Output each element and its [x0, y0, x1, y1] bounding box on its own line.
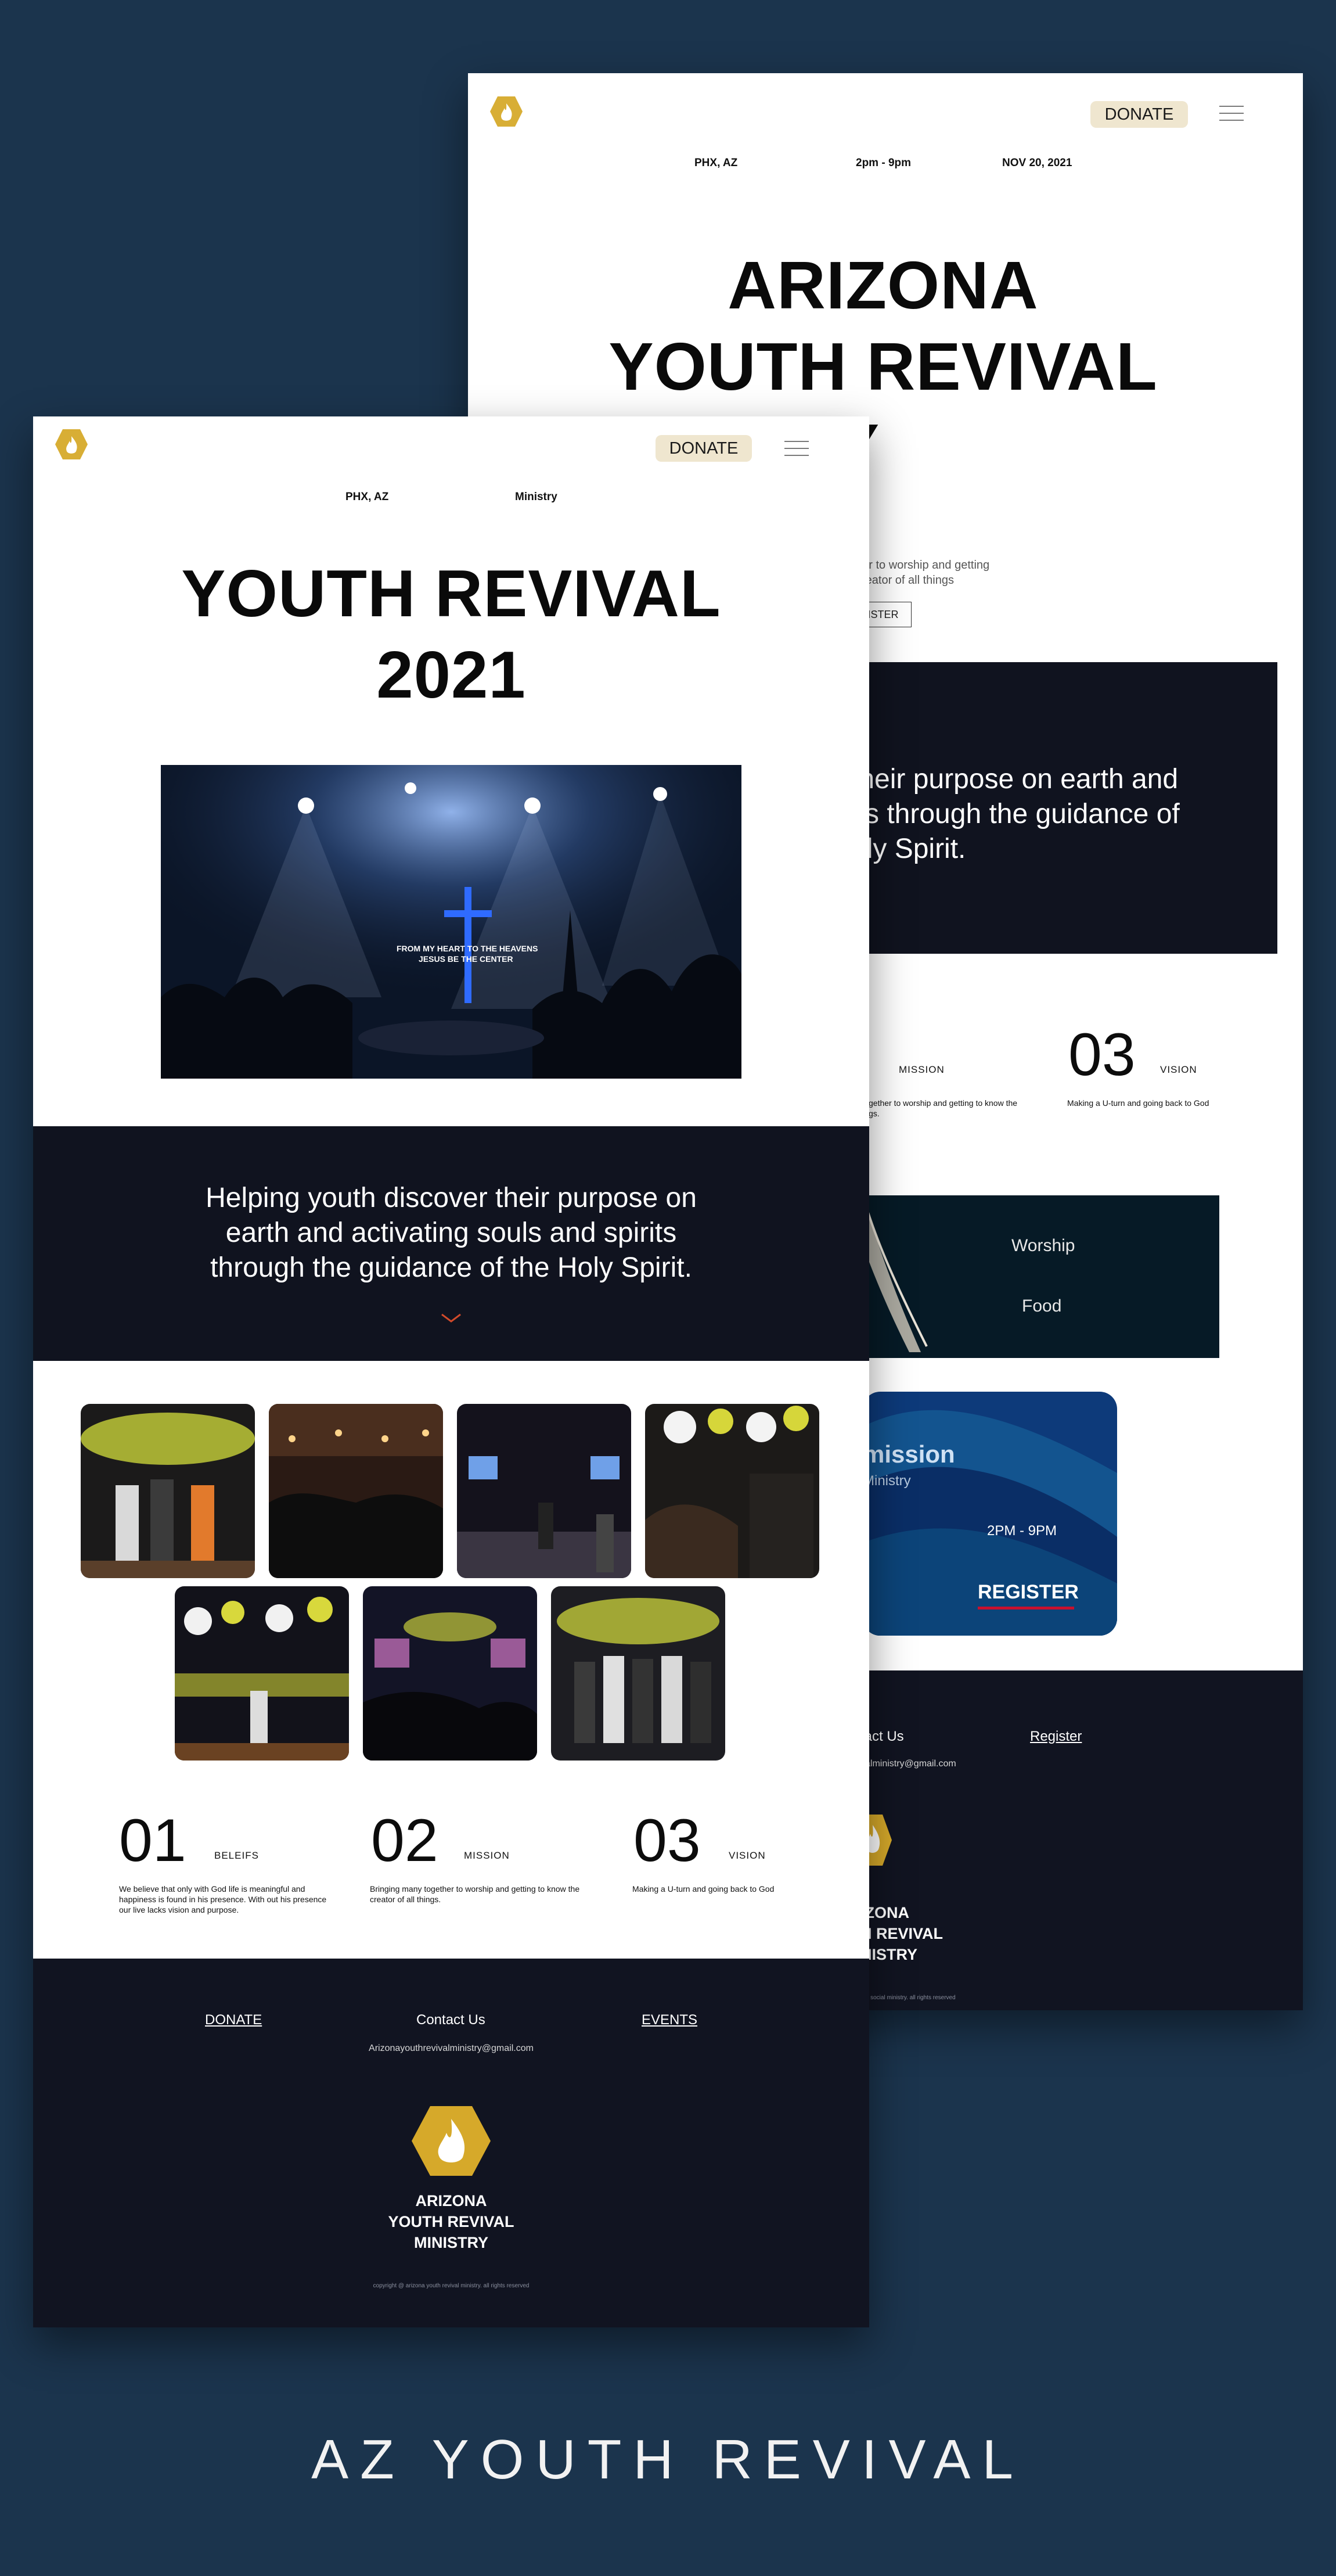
beliefs-desc-line1: We believe that only with God life is me…	[119, 1884, 305, 1894]
event-card-time: 2PM - 9PM	[987, 1523, 1057, 1539]
beliefs-number: 01	[119, 1807, 186, 1874]
flame-logo-icon[interactable]	[489, 94, 524, 129]
hero-image-caption-line1: FROM MY HEART TO THE HEAVENS	[397, 944, 538, 953]
mission-label: MISSION	[464, 1850, 510, 1861]
event-time: 2pm - 9pm	[856, 157, 912, 169]
brand-title: AZ YOUTH REVIVAL	[311, 2428, 1025, 2491]
donate-button[interactable]: DONATE	[1090, 101, 1188, 128]
hero-title-line1: ARIZONA	[728, 247, 1039, 323]
event-ministry-label: Ministry	[515, 491, 557, 503]
footer-register-link[interactable]: Register	[1030, 1729, 1082, 1745]
hero-title-line2: YOUTH REVIVAL	[608, 329, 1158, 404]
intro-text-line1: her to worship and getting	[856, 559, 990, 572]
vision-number: 03	[633, 1807, 701, 1874]
vision-label: VISION	[729, 1850, 766, 1861]
mission-text-line1: Helping youth discover their purpose on	[206, 1183, 697, 1213]
event-card[interactable]: mission Ministry 2PM - 9PM REGISTER	[863, 1392, 1117, 1636]
mission-label: MISSION	[899, 1064, 945, 1075]
vision-desc-line1: Making a U-turn and going back to God	[632, 1884, 775, 1894]
donate-button[interactable]: DONATE	[656, 435, 752, 462]
flame-logo-icon[interactable]	[54, 427, 89, 462]
footer-name-line2: H REVIVAL	[860, 1925, 944, 1942]
footer-flame-logo-icon	[412, 2106, 491, 2176]
mission-text-line2: earth and activating souls and spirits	[225, 1217, 677, 1248]
mission-desc-line2: gs.	[869, 1109, 880, 1118]
event-location: PHX, AZ	[694, 157, 738, 169]
mission-text-line2: its through the guidance of	[851, 799, 1180, 829]
mission-text-line3: through the guidance of the Holy Spirit.	[210, 1252, 692, 1283]
footer-contact[interactable]: Contact Us	[416, 2012, 485, 2028]
mission-number: 02	[371, 1807, 438, 1874]
mission-desc-line1: gether to worship and getting to know th…	[869, 1098, 1018, 1108]
event-card-subtitle: Ministry	[863, 1473, 911, 1489]
mission-desc-line1: Bringing many together to worship and ge…	[370, 1884, 580, 1894]
vision-desc: Making a U-turn and going back to God	[1067, 1098, 1209, 1108]
footer-events-link[interactable]: EVENTS	[642, 2012, 697, 2028]
footer-donate-link[interactable]: DONATE	[205, 2012, 262, 2028]
banner-item-worship: Worship	[1011, 1236, 1075, 1255]
chevron-down-icon[interactable]	[440, 1312, 463, 1325]
beliefs-desc-line2: happiness is found in his presence. With…	[119, 1895, 327, 1904]
gallery-photo-7[interactable]	[551, 1586, 725, 1761]
gallery-photo-3[interactable]	[457, 1404, 631, 1578]
event-card-title: mission	[863, 1440, 955, 1468]
event-date: NOV 20, 2021	[1002, 157, 1072, 169]
register-underline	[978, 1607, 1074, 1609]
gallery-photo-2[interactable]	[269, 1404, 443, 1578]
hero-image-caption-line2: JESUS BE THE CENTER	[419, 954, 513, 964]
intro-text-line2: creator of all things	[856, 574, 954, 587]
event-location: PHX, AZ	[345, 491, 389, 503]
hero-concert-image: FROM MY HEART TO THE HEAVENS JESUS BE TH…	[161, 765, 741, 1079]
footer-email[interactable]: valministry@gmail.com	[860, 1759, 956, 1769]
worship-banner: Worship Food	[840, 1195, 1219, 1358]
hero-title-line1: YOUTH REVIVAL	[181, 557, 721, 631]
front-page: DONATE PHX, AZ Ministry YOUTH REVIVAL 20…	[33, 416, 869, 2327]
footer-copyright: nt social ministry. all rights reserved	[864, 1995, 956, 2001]
gallery-photo-5[interactable]	[175, 1586, 349, 1761]
footer-name-line1: ARIZONA	[415, 2192, 487, 2209]
vision-label: VISION	[1160, 1064, 1197, 1075]
gallery-photo-1[interactable]	[81, 1404, 255, 1578]
hero-title-line2: 2021	[376, 638, 526, 712]
hamburger-menu-icon[interactable]	[784, 441, 809, 456]
vision-number: 03	[1068, 1021, 1136, 1088]
mission-desc-line2: creator of all things.	[370, 1895, 441, 1904]
front-footer: DONATE Contact Us EVENTS Arizonayouthrev…	[33, 1959, 869, 2327]
footer-name-line3: MINISTRY	[414, 2234, 488, 2251]
footer-name-line2: YOUTH REVIVAL	[388, 2213, 514, 2230]
beliefs-desc-line3: our live lacks vision and purpose.	[119, 1905, 239, 1914]
hamburger-menu-icon[interactable]	[1219, 106, 1244, 121]
footer-copyright: copyright @ arizona youth revival minist…	[373, 2283, 530, 2289]
mission-section: Helping youth discover their purpose on …	[33, 1126, 869, 1361]
banner-item-food: Food	[1022, 1296, 1062, 1316]
event-card-register[interactable]: REGISTER	[978, 1581, 1079, 1604]
beliefs-label: BELEIFS	[214, 1850, 259, 1861]
footer-email[interactable]: Arizonayouthrevivalministry@gmail.com	[33, 2043, 869, 2054]
gallery-photo-6[interactable]	[363, 1586, 537, 1761]
gallery-photo-4[interactable]	[645, 1404, 819, 1578]
mission-section: their purpose on earth and its through t…	[840, 662, 1277, 954]
mission-text-line1: their purpose on earth and	[851, 764, 1179, 795]
stage-lights-graphic	[161, 765, 741, 1079]
